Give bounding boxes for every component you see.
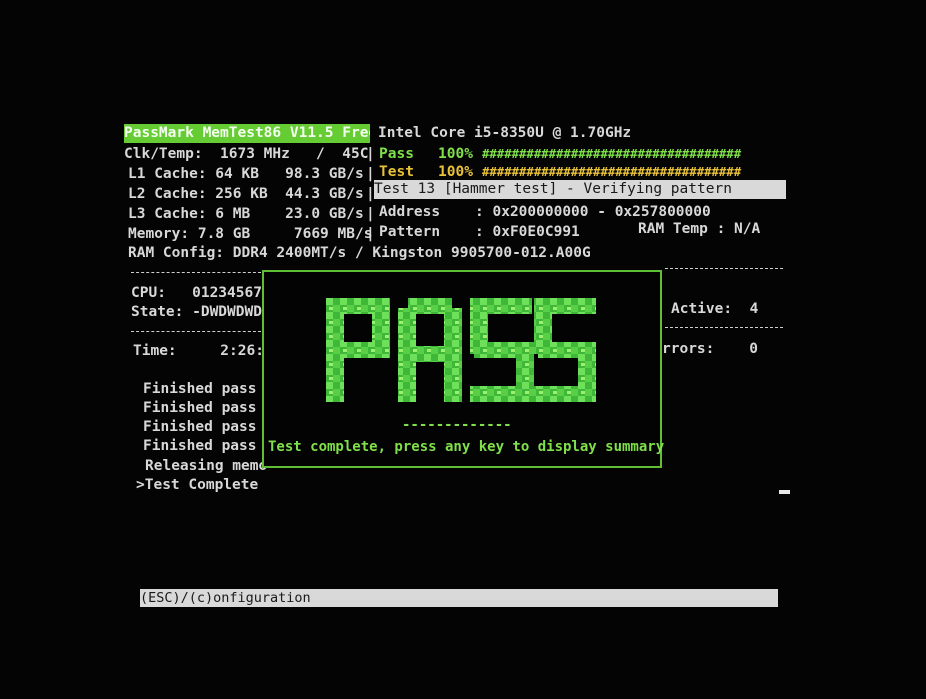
pass-divider: ------------- bbox=[402, 417, 512, 433]
pass-result-dialog[interactable]: ------------- Test complete, press any k… bbox=[262, 270, 665, 468]
pass-progress-bar: ################################### bbox=[482, 147, 742, 161]
pass-percent: 100% bbox=[438, 146, 473, 162]
log-line: Releasing memo bbox=[145, 458, 268, 474]
log-line: Finished pass bbox=[143, 400, 257, 416]
divider bbox=[131, 272, 261, 274]
log-line: Finished pass bbox=[143, 381, 257, 397]
log-line: >Test Complete bbox=[136, 477, 259, 493]
l3-cache: L3 Cache: 6 MB 23.0 GB/s bbox=[128, 206, 364, 222]
pass-banner bbox=[326, 298, 596, 402]
column-divider: | bbox=[366, 206, 375, 222]
log-line: Finished pass bbox=[143, 419, 257, 435]
column-divider: | bbox=[366, 146, 375, 162]
footer-hint[interactable]: (ESC)/(c)onfiguration bbox=[140, 589, 778, 607]
divider bbox=[665, 327, 783, 329]
current-test: Test 13 [Hammer test] - Verifying patter… bbox=[374, 180, 786, 199]
ram-config: RAM Config: DDR4 2400MT/s / Kingston 990… bbox=[128, 245, 591, 261]
error-count: rrors: 0 bbox=[662, 341, 759, 357]
l1-cache: L1 Cache: 64 KB 98.3 GB/s bbox=[128, 166, 364, 182]
clk-temp: Clk/Temp: 1673 MHz / 45C bbox=[124, 146, 369, 162]
ram-temp: RAM Temp : N/A bbox=[638, 221, 761, 237]
app-title: PassMark MemTest86 V11.5 Free bbox=[124, 124, 370, 143]
log-line: Finished pass bbox=[143, 438, 257, 454]
cpu-list: CPU: 01234567 bbox=[131, 285, 262, 301]
divider bbox=[665, 268, 783, 270]
divider bbox=[131, 331, 261, 333]
l2-cache: L2 Cache: 256 KB 44.3 GB/s bbox=[128, 186, 364, 202]
memory-info: Memory: 7.8 GB 7669 MB/s bbox=[128, 226, 373, 242]
pass-message: Test complete, press any key to display … bbox=[268, 439, 665, 455]
cpu-state: State: -DWDWDWD bbox=[131, 304, 262, 320]
cpu-name: Intel Core i5-8350U @ 1.70GHz bbox=[378, 125, 632, 141]
pattern: Pattern : 0xF0E0C991 bbox=[379, 224, 580, 240]
elapsed-time: Time: 2:26: bbox=[133, 343, 264, 359]
text-cursor bbox=[779, 490, 790, 494]
pass-label: Pass bbox=[379, 146, 414, 162]
column-divider: | bbox=[366, 226, 375, 242]
active-cpus: Active: 4 bbox=[671, 301, 759, 317]
